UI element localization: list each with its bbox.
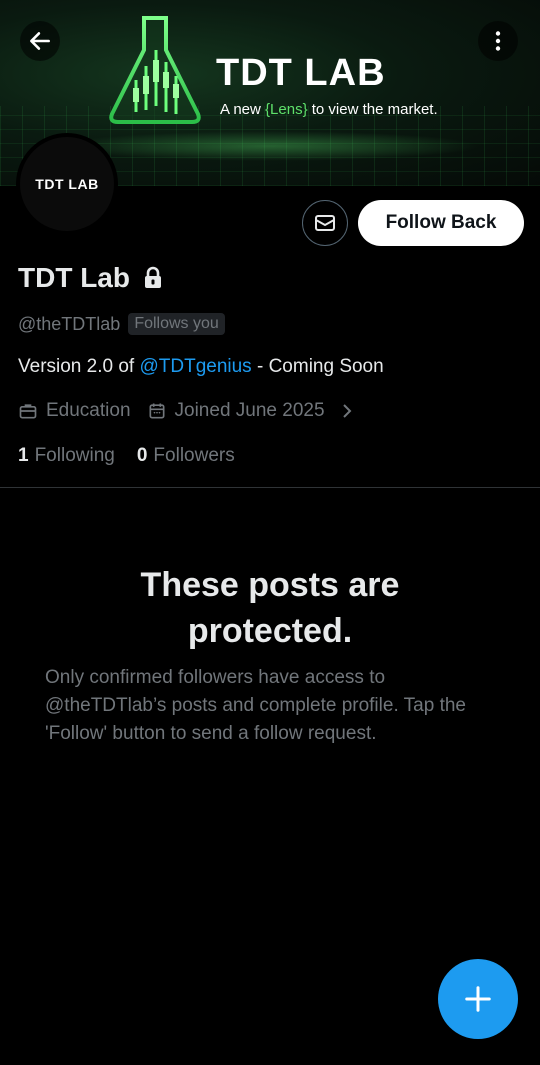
profile-meta[interactable]: Education Joined June 2025 [18, 400, 355, 422]
handle-row: @theTDTlab Follows you [18, 313, 225, 335]
follows-you-badge: Follows you [128, 313, 225, 335]
lock-icon [142, 266, 164, 290]
back-button[interactable] [20, 21, 60, 61]
banner-glow [60, 131, 480, 161]
arrow-left-icon [30, 32, 50, 50]
banner-tagline: A new {Lens} to view the market. [220, 101, 438, 118]
following-stat[interactable]: 1 Following [18, 445, 115, 467]
protected-title: These posts are protected. [140, 566, 400, 650]
protected-description: Only confirmed followers have access to … [45, 667, 466, 744]
flask-logo-icon [109, 16, 201, 124]
category: Education [18, 400, 131, 422]
mail-icon [315, 215, 335, 231]
followers-stat[interactable]: 0 Followers [137, 445, 235, 467]
message-button[interactable] [302, 200, 348, 246]
join-date: Joined June 2025 [147, 400, 325, 422]
more-vertical-icon [495, 31, 501, 51]
divider [0, 487, 540, 488]
handle: @theTDTlab [18, 313, 121, 334]
stats-row: 1 Following 0 Followers [18, 445, 235, 467]
bio-mention-link[interactable]: @TDTgenius [139, 356, 251, 377]
calendar-icon [149, 403, 165, 419]
follow-back-button[interactable]: Follow Back [358, 200, 524, 246]
avatar-logo: TDT LAB [20, 137, 114, 231]
display-name: TDT Lab [18, 262, 164, 294]
bio: Version 2.0 of @TDTgenius - Coming Soon [18, 356, 384, 377]
avatar[interactable]: TDT LAB [16, 133, 118, 235]
chevron-right-icon [339, 401, 355, 421]
briefcase-icon [19, 404, 37, 419]
banner-title: TDT LAB [216, 52, 386, 94]
compose-button[interactable] [438, 959, 518, 1039]
more-options-button[interactable] [478, 21, 518, 61]
display-name-text: TDT Lab [18, 262, 130, 293]
plus-icon [465, 986, 491, 1012]
